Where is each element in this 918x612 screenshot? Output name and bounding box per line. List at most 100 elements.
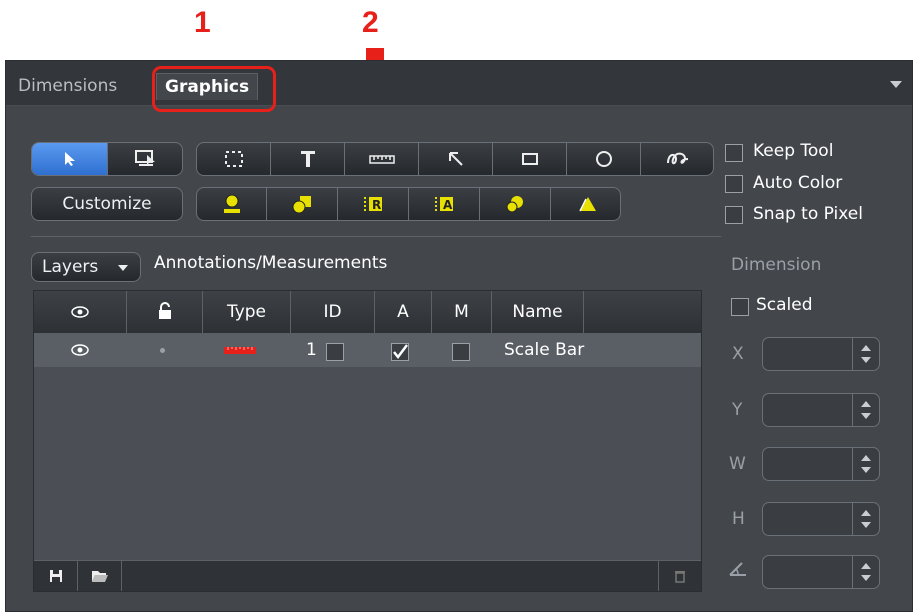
y-label: Y [732,400,743,420]
tab-graphics-highlight [152,66,276,112]
callout-2: 2 [362,6,379,39]
callout-1: 1 [194,6,211,39]
reference-r-tool[interactable]: R [338,188,409,220]
table-footer [34,560,701,591]
rectangle-tool[interactable] [493,143,567,175]
keep-tool-checkbox[interactable] [725,144,743,162]
chevron-down-icon [118,265,128,271]
a-checkbox[interactable] [391,343,409,361]
open-button[interactable] [78,561,122,591]
yellow-triangle-icon [578,197,596,212]
ruler-icon [368,155,395,164]
id-checkbox[interactable] [326,343,344,361]
select-tool-button[interactable] [32,143,108,175]
keep-tool-label: Keep Tool [753,141,834,161]
svg-text:A: A [443,198,453,212]
spline-loop-icon [667,152,689,165]
table-header: Type ID A M Name [34,291,701,334]
arrow-tool[interactable] [419,143,493,175]
eye-icon[interactable] [70,343,90,357]
customize-button[interactable]: Customize [31,187,183,221]
dimension-title: Dimension [731,255,822,275]
drawing-tools-row [196,142,714,176]
scale-bar-type-icon [224,347,256,354]
yellow-circles-icon [506,196,523,213]
y-spin-arrows-icon[interactable] [852,394,879,426]
yellow-shapes-icon [292,196,311,214]
header-name[interactable]: Name [492,291,584,333]
delete-button[interactable] [658,561,701,591]
scale-bar-tool[interactable] [345,143,419,175]
diagonal-arrow-icon [448,152,463,166]
save-button[interactable] [34,561,78,591]
save-disk-icon [49,570,62,582]
circle-points-tool[interactable] [480,188,551,220]
w-label: W [729,454,746,474]
pointer-tool-group [31,142,183,176]
svg-text:R: R [372,198,381,212]
header-lock[interactable] [127,291,203,333]
header-visibility[interactable] [34,291,127,333]
angle-spin-arrows-icon[interactable] [852,556,879,588]
yellow-r-icon: R [364,197,382,212]
text-tool[interactable] [271,143,345,175]
separator [31,236,721,237]
rectangle-select-tool[interactable] [197,143,271,175]
annotations-measurements-title: Annotations/Measurements [154,253,388,273]
layers-dropdown-label: Layers [42,257,99,277]
layers-dropdown[interactable]: Layers [31,252,141,282]
dashed-rectangle-icon [224,151,243,167]
display-tool-button[interactable] [108,143,184,175]
unlock-icon [158,302,171,319]
eye-icon [71,306,89,318]
tab-dimensions[interactable]: Dimensions [18,73,117,99]
trash-icon [675,571,685,583]
h-spinbox[interactable] [762,502,880,536]
x-spin-arrows-icon[interactable] [852,338,879,370]
angle-spinbox[interactable] [762,555,880,589]
scaled-label: Scaled [756,295,813,315]
yellow-marker-ruler-icon [223,194,240,213]
y-spinbox[interactable] [762,393,880,427]
panel-menu-arrow-icon[interactable] [890,81,902,88]
table-row[interactable]: 1 Scale Bar [34,333,701,367]
header-m[interactable]: M [432,291,492,333]
annotations-table: Type ID A M Name 1 Scale Bar [33,290,702,592]
auto-color-checkbox[interactable] [725,175,743,193]
x-label: X [732,344,744,364]
circle-icon [595,151,612,167]
w-spinbox[interactable] [762,447,880,481]
header-id[interactable]: ID [291,291,375,333]
pointer-arrow-icon [64,152,75,166]
auto-color-label: Auto Color [753,173,843,193]
monitor-pointer-icon [135,150,155,166]
measurement-tools-row: R A [196,187,621,221]
snap-to-pixel-label: Snap to Pixel [753,204,863,224]
row-name: Scale Bar [504,340,585,360]
text-t-icon [300,151,315,167]
w-spin-arrows-icon[interactable] [852,448,879,480]
scaled-checkbox[interactable] [731,298,749,316]
row-id: 1 [306,340,317,360]
reference-a-tool[interactable]: A [409,188,480,220]
header-empty [584,291,701,333]
angle-icon [729,562,746,576]
h-label: H [732,509,745,529]
tab-bar: Dimensions Graphics [6,61,912,106]
rectangle-icon [521,153,538,165]
header-a[interactable]: A [375,291,432,333]
m-checkbox[interactable] [452,343,470,361]
circle-tool[interactable] [567,143,641,175]
overlay-shapes-tool[interactable] [267,188,338,220]
lock-dot-icon[interactable] [160,348,165,353]
snap-to-pixel-checkbox[interactable] [725,206,743,224]
angle-tool[interactable] [551,188,622,220]
h-spin-arrows-icon[interactable] [852,503,879,535]
checkmark-icon [393,344,408,360]
graphics-panel: Dimensions Graphics Customize R A Keep T… [5,60,913,612]
freehand-tool[interactable] [641,143,715,175]
scale-marker-tool[interactable] [197,188,267,220]
x-spinbox[interactable] [762,337,880,371]
folder-open-icon [91,571,108,582]
header-type[interactable]: Type [203,291,291,333]
